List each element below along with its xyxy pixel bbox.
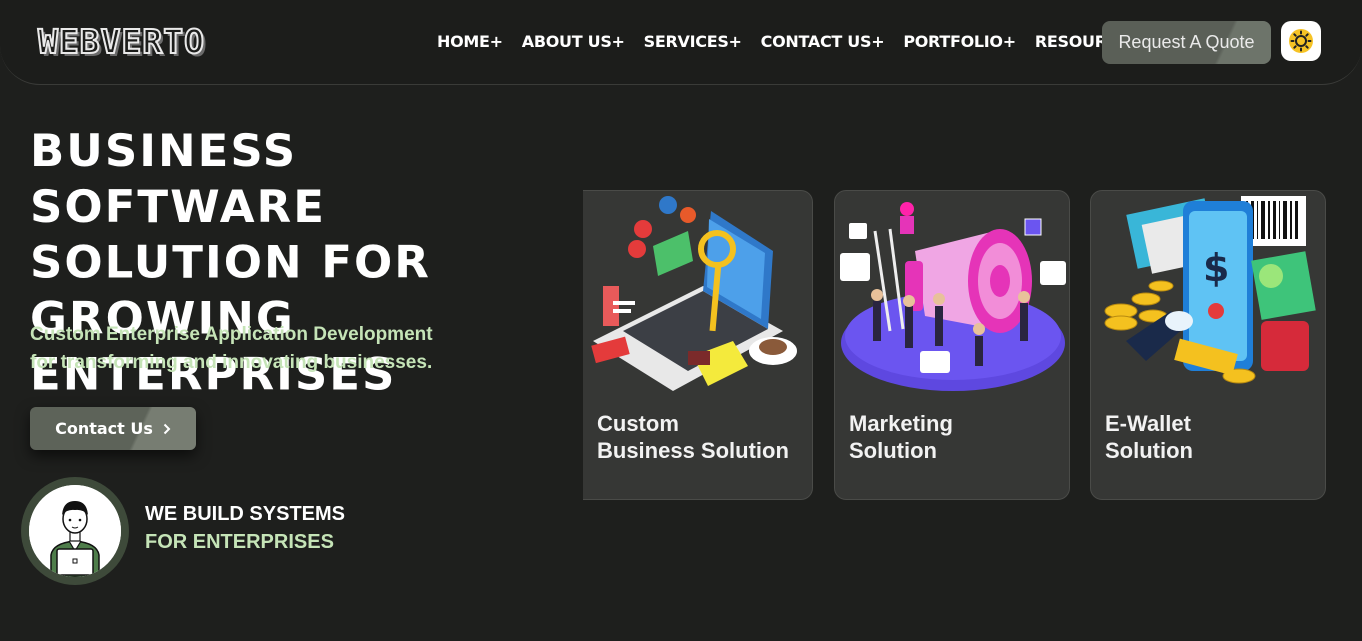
site-header: WEBVERTO HOME+ ABOUT US+ SERVICES+ CONTA… — [0, 0, 1362, 85]
service-card-e-wallet[interactable]: $ E-Wallet Solution — [1090, 190, 1326, 500]
svg-text:$: $ — [1203, 246, 1229, 290]
laptop-analytics-illustration — [591, 196, 797, 391]
hero-subtitle-line1: Custom Enterprise Application Developmen… — [30, 324, 433, 345]
nav-portfolio[interactable]: PORTFOLIO+ — [903, 30, 1016, 54]
service-card-custom-business[interactable]: Custom Business Solution — [583, 190, 813, 500]
person-laptop-icon — [29, 485, 121, 577]
sun-icon — [1289, 29, 1313, 53]
contact-us-label: Contact Us — [55, 419, 153, 438]
nav-about-us[interactable]: ABOUT US+ — [522, 30, 625, 54]
card-title: E-Wallet Solution — [1105, 411, 1193, 463]
main-nav: HOME+ ABOUT US+ SERVICES+ CONTACT US+ PO… — [437, 30, 1153, 54]
hero-subtitle-line2: for transforming and innovating business… — [30, 352, 433, 373]
theme-toggle-button[interactable] — [1281, 21, 1321, 61]
logo-text: WEBVERTO — [37, 21, 205, 62]
card-title: Custom Business Solution — [597, 411, 789, 463]
nav-contact-us[interactable]: CONTACT US+ — [761, 30, 885, 54]
nav-services[interactable]: SERVICES+ — [644, 30, 742, 54]
service-card-marketing[interactable]: Marketing Solution — [834, 190, 1070, 500]
avatar — [21, 477, 129, 585]
chevron-right-icon — [163, 423, 171, 434]
request-quote-button[interactable]: Request A Quote — [1102, 21, 1271, 64]
card-title: Marketing Solution — [849, 411, 953, 463]
nav-home[interactable]: HOME+ — [437, 30, 503, 54]
build-line-1: WE BUILD SYSTEMS — [145, 503, 346, 525]
hero-subtitle: Custom Enterprise Application Developmen… — [30, 321, 450, 377]
megaphone-illustration — [840, 202, 1066, 391]
avatar-image — [29, 485, 121, 577]
mobile-wallet-illustration: $ — [1104, 196, 1316, 384]
build-line-2: FOR ENTERPRISES — [145, 531, 334, 553]
logo[interactable]: WEBVERTO — [37, 21, 268, 62]
contact-us-button[interactable]: Contact Us — [30, 407, 196, 450]
